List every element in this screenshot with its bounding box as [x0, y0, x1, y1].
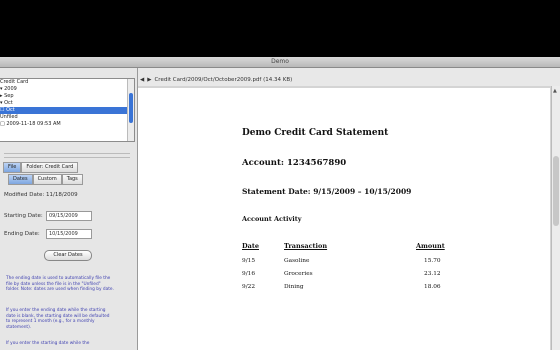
tab-tags[interactable]: Tags	[61, 174, 83, 185]
row-transaction: Gasoline	[284, 258, 310, 264]
statement-title: Demo Credit Card Statement	[242, 128, 389, 138]
tree-item[interactable]: ▾ Oct	[0, 100, 13, 107]
document-scroll-thumb[interactable]	[553, 156, 559, 226]
title-bar: Demo	[0, 57, 560, 68]
row-date: 9/15	[242, 258, 256, 264]
column-header-transaction: Transaction	[284, 242, 328, 250]
file-path: Credit Card/2009/Oct/October2009.pdf (14…	[154, 77, 293, 83]
activity-heading: Account Activity	[242, 215, 302, 223]
account-number: Account: 1234567890	[242, 158, 347, 168]
starting-date-label: Starting Date:	[4, 213, 43, 219]
statement-date: Statement Date: 9/15/2009 – 10/15/2009	[242, 187, 412, 196]
tree-item[interactable]: ▸ Sep	[0, 93, 14, 100]
row-amount: 23.12	[424, 271, 441, 277]
back-arrow-icon[interactable]: ◀	[140, 77, 144, 83]
row-amount: 18.06	[424, 284, 441, 290]
primary-tabs: File Folder: Credit Card	[3, 162, 79, 173]
tree-item-selected[interactable]: ☐ Oct	[0, 107, 127, 114]
forward-arrow-icon[interactable]: ▶	[147, 77, 151, 83]
tab-dates[interactable]: Dates	[8, 174, 33, 185]
document-viewer: Demo Credit Card Statement Account: 1234…	[138, 86, 560, 350]
row-date: 9/16	[242, 271, 256, 277]
help-text-paragraph: The ending date is used to automatically…	[6, 276, 114, 293]
ending-date-label: Ending Date:	[4, 231, 40, 237]
tree-scroll-thumb[interactable]	[129, 93, 133, 123]
modified-date-label: Modified Date:	[4, 192, 45, 198]
tree-item[interactable]: Credit Card	[0, 79, 28, 86]
column-header-date: Date	[242, 242, 259, 250]
tab-custom[interactable]: Custom	[32, 174, 62, 185]
document-scrollbar[interactable]: ▲	[551, 86, 560, 350]
scroll-up-arrow-icon[interactable]: ▲	[553, 88, 557, 94]
tree-item[interactable]: Unfiled	[0, 114, 18, 121]
window-title: Demo	[271, 58, 289, 65]
tree-item[interactable]: ▾ 2009	[0, 86, 17, 93]
pdf-page: Demo Credit Card Statement Account: 1234…	[138, 88, 550, 350]
panel-splitter[interactable]	[4, 153, 130, 158]
tree-item[interactable]: □ 2009-11-18 09:53 AM	[0, 121, 61, 128]
app-window: Demo Credit Card ▾ 2009 ▸ Sep ▾ Oct ☐ Oc…	[0, 57, 560, 350]
help-text-paragraph: If you enter the ending date while the s…	[6, 308, 110, 330]
starting-date-input[interactable]: 09/15/2009	[46, 211, 92, 221]
clear-dates-button[interactable]: Clear Dates	[44, 250, 92, 261]
help-text-paragraph: If you enter the starting date while the	[6, 341, 90, 346]
ending-date-input[interactable]: 10/15/2009	[46, 229, 92, 239]
folder-tree[interactable]: Credit Card ▾ 2009 ▸ Sep ▾ Oct ☐ Oct Unf…	[0, 78, 135, 142]
column-header-amount: Amount	[416, 242, 445, 250]
tree-scrollbar[interactable]	[127, 79, 134, 141]
modified-date-value: 11/18/2009	[45, 192, 78, 198]
modified-date: Modified Date: 11/18/2009	[4, 192, 78, 198]
tab-file[interactable]: File	[3, 162, 22, 173]
row-transaction: Groceries	[284, 271, 313, 277]
row-amount: 15.70	[424, 258, 441, 264]
row-date: 9/22	[242, 284, 256, 290]
path-bar: ◀ ▶ Credit Card/2009/Oct/October2009.pdf (…	[140, 75, 560, 85]
row-transaction: Dining	[284, 284, 304, 290]
left-panel: Credit Card ▾ 2009 ▸ Sep ▾ Oct ☐ Oct Unf…	[0, 68, 138, 350]
secondary-tabs: Dates Custom Tags	[8, 174, 83, 185]
tab-folder[interactable]: Folder: Credit Card	[21, 162, 79, 173]
